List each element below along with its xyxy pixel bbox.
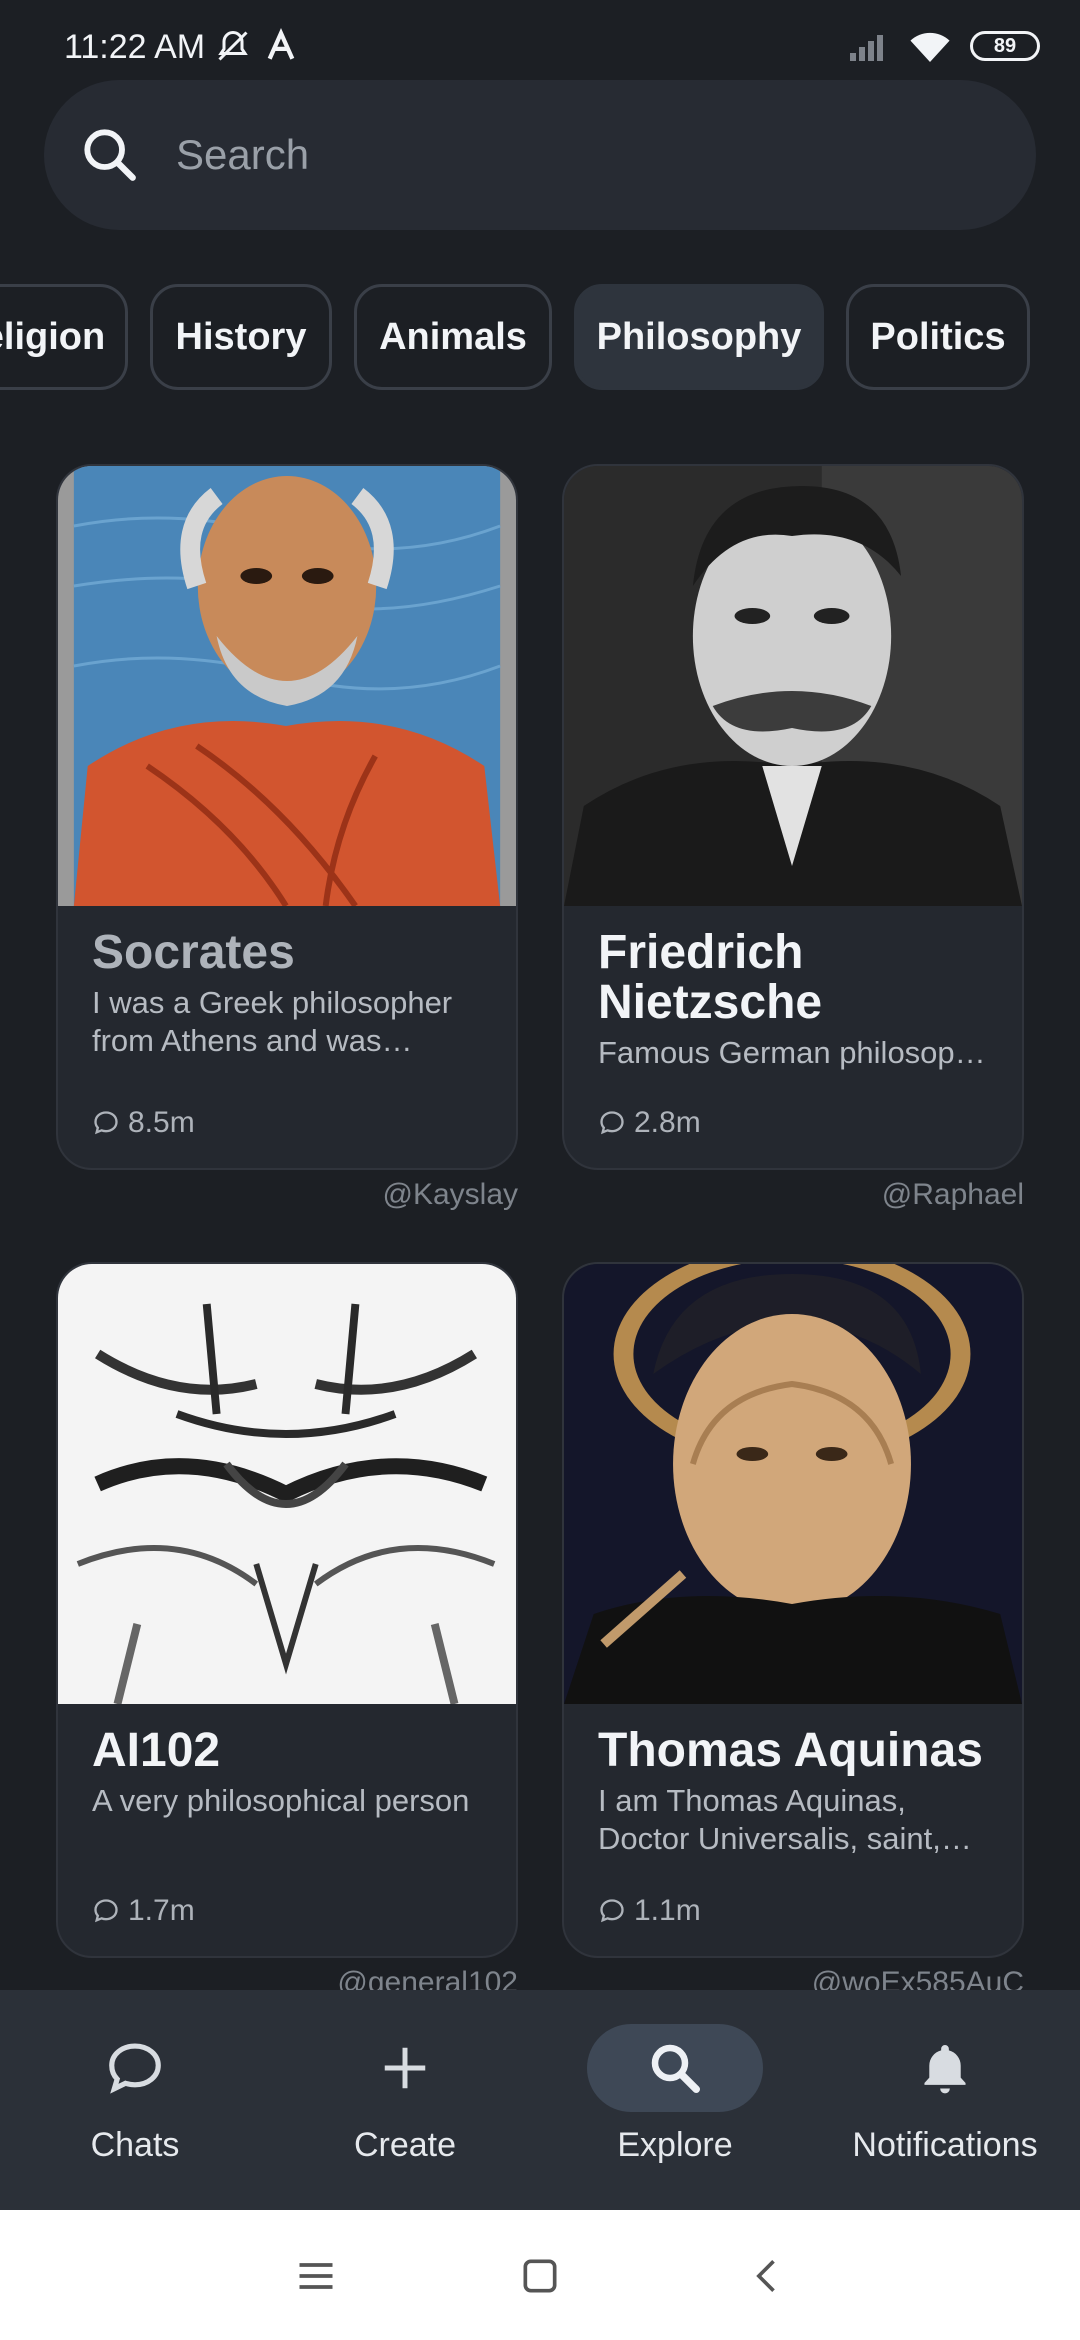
creator-handle[interactable]: @Kayslay <box>56 1178 519 1212</box>
system-navigation-bar <box>0 2210 1080 2340</box>
nav-create[interactable]: Create <box>270 1990 540 2210</box>
wifi-icon <box>910 32 950 62</box>
plus-icon <box>384 2047 426 2089</box>
battery-icon: 89 <box>970 31 1040 61</box>
chat-count-value: 1.1m <box>634 1894 701 1927</box>
status-right-icons: 89 <box>850 30 1040 62</box>
font-a-icon <box>267 28 295 60</box>
nav-icon-container <box>587 2024 763 2112</box>
card-body: Socrates I was a Greek philosopher from … <box>58 906 516 1060</box>
character-card-nietzsche[interactable]: Friedrich Nietzsche Famous German philos… <box>562 464 1024 1170</box>
chip-label: History <box>175 315 307 358</box>
nav-label: Explore <box>617 2126 733 2164</box>
search-bar[interactable] <box>44 80 1036 230</box>
creator-handle[interactable]: @woEx585AuC <box>562 1966 1024 1990</box>
bell-off-icon <box>218 30 248 61</box>
home-square-icon[interactable] <box>518 2254 562 2298</box>
character-name: AI102 <box>92 1724 221 1777</box>
chat-bubble-icon <box>94 1899 118 1923</box>
search-icon <box>651 2044 700 2093</box>
character-description: I am Thomas Aquinas, Doctor Universalis,… <box>598 1783 941 1856</box>
nav-notifications[interactable]: Notifications <box>810 1990 1080 2210</box>
nav-label: Chats <box>90 2126 180 2164</box>
nietzsche-portrait <box>564 466 1022 906</box>
card-body: Friedrich Nietzsche Famous German philos… <box>564 906 1022 1072</box>
chat-count: 1.7m <box>92 1894 195 1928</box>
nav-icon-container <box>857 2024 1033 2112</box>
chat-bubble-icon <box>94 1111 118 1135</box>
chip-philosophy[interactable]: Philosophy <box>574 284 824 390</box>
character-description: Famous German philosop… <box>598 1035 986 1070</box>
chip-politics[interactable]: Politics <box>846 284 1030 390</box>
character-card-ai102[interactable]: AI102 A very philosophical person 1.7m <box>56 1262 518 1958</box>
chip-religion[interactable]: eligion <box>0 284 128 390</box>
character-card-thomas-aquinas[interactable]: Thomas Aquinas I am Thomas Aquinas, Doct… <box>562 1262 1024 1958</box>
chat-bubble-icon <box>600 1899 624 1923</box>
chip-label: Animals <box>379 315 527 358</box>
search-input[interactable] <box>176 131 956 179</box>
chip-history[interactable]: History <box>150 284 332 390</box>
nav-chats[interactable]: Chats <box>0 1990 270 2210</box>
chat-count: 1.1m <box>598 1894 701 1928</box>
bottom-navigation: Chats Create Explore Notifications <box>0 1990 1080 2210</box>
chat-count-value: 1.7m <box>128 1894 195 1927</box>
chip-label: Philosophy <box>596 315 802 358</box>
creator-handle[interactable]: @Raphael <box>562 1178 1024 1212</box>
back-chevron-icon[interactable] <box>746 2254 790 2298</box>
ai102-portrait <box>58 1264 516 1704</box>
search-icon <box>84 129 136 181</box>
card-body: AI102 A very philosophical person <box>58 1704 516 1820</box>
thomas-aquinas-portrait <box>564 1264 1022 1704</box>
chip-label: eligion <box>0 315 106 358</box>
chip-label: Politics <box>870 315 1006 358</box>
character-description: I was a Greek philosopher from Athens an… <box>92 985 453 1058</box>
card-body: Thomas Aquinas I am Thomas Aquinas, Doct… <box>564 1704 1022 1858</box>
nav-icon-container <box>47 2024 223 2112</box>
character-name: Socrates <box>92 926 295 979</box>
chat-bubble-icon <box>600 1111 624 1135</box>
chip-animals[interactable]: Animals <box>354 284 552 390</box>
status-left-icons <box>214 28 298 64</box>
creator-handle[interactable]: @general102 <box>56 1966 518 1990</box>
character-name: Friedrich Nietzsche <box>598 926 823 1029</box>
nav-label: Notifications <box>852 2126 1038 2164</box>
character-name: Thomas Aquinas <box>598 1724 983 1777</box>
nav-icon-container <box>317 2024 493 2112</box>
status-time: 11:22 AM <box>64 28 206 66</box>
bell-icon <box>924 2045 966 2094</box>
character-card-socrates[interactable]: Socrates I was a Greek philosopher from … <box>56 464 518 1170</box>
chat-count-value: 8.5m <box>128 1106 195 1139</box>
chat-count-value: 2.8m <box>634 1106 701 1139</box>
nav-explore[interactable]: Explore <box>540 1990 810 2210</box>
status-bar: 11:22 AM 89 <box>0 0 1080 80</box>
menu-icon[interactable] <box>294 2254 338 2298</box>
category-chips: eligion History Animals Philosophy Polit… <box>0 284 1080 394</box>
explore-screen: 11:22 AM 89 Search ligion History Animal… <box>0 0 1080 2340</box>
chat-count: 8.5m <box>92 1106 195 1140</box>
signal-icon <box>850 35 883 61</box>
chat-count: 2.8m <box>598 1106 701 1140</box>
character-description: A very philosophical person <box>92 1783 470 1818</box>
chat-bubble-icon <box>109 2043 161 2094</box>
nav-label: Create <box>353 2126 457 2164</box>
socrates-portrait <box>58 466 516 906</box>
